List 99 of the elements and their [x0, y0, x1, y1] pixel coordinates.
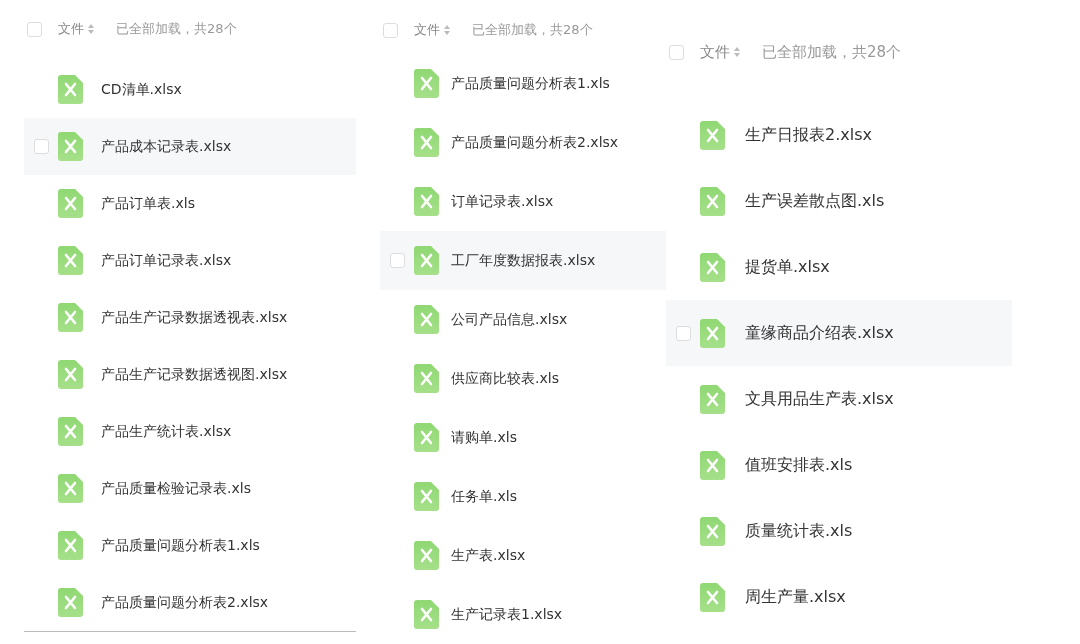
row-checkbox[interactable]	[390, 253, 405, 268]
file-name: 产品质量问题分析表2.xlsx	[451, 133, 619, 152]
sort-icon[interactable]	[734, 47, 740, 57]
spreadsheet-file-icon	[58, 417, 83, 446]
file-name: 产品成本记录表.xlsx	[101, 137, 232, 156]
file-row[interactable]: 产品质量检验记录表.xls	[24, 460, 356, 517]
file-name: 质量统计表.xls	[745, 520, 853, 542]
file-row[interactable]: CD清单.xlsx	[24, 61, 356, 118]
spreadsheet-file-icon	[700, 384, 725, 414]
row-checkbox[interactable]	[34, 139, 49, 154]
file-row[interactable]: 童缘商品介绍表.xlsx	[666, 300, 1012, 366]
file-row[interactable]: 公司产品信息.xlsx	[380, 290, 666, 349]
spreadsheet-file-icon	[414, 364, 439, 393]
file-row[interactable]: 工厂年度数据报表.xlsx	[380, 231, 666, 290]
file-row[interactable]: 生产日报表2.xlsx	[666, 102, 1012, 168]
file-row[interactable]: 值班安排表.xls	[666, 432, 1012, 498]
file-name: 生产日报表2.xlsx	[745, 124, 872, 146]
file-name: 产品质量问题分析表1.xls	[451, 74, 610, 93]
file-name: 产品订单表.xls	[101, 194, 195, 213]
spreadsheet-file-icon	[58, 303, 83, 332]
file-column-header[interactable]: 文件	[58, 20, 84, 38]
file-name: 产品质量问题分析表1.xls	[101, 536, 260, 555]
file-row[interactable]: 产品质量问题分析表1.xls	[24, 517, 356, 574]
spreadsheet-file-icon	[700, 318, 725, 348]
spreadsheet-file-icon	[58, 588, 83, 617]
file-row[interactable]: 产品质量问题分析表1.xls	[380, 54, 666, 113]
load-status-text: 已全部加载，共28个	[472, 21, 593, 39]
file-row[interactable]: 质量统计表.xls	[666, 498, 1012, 564]
file-name: 产品质量检验记录表.xls	[101, 479, 251, 498]
spreadsheet-file-icon	[58, 189, 83, 218]
spreadsheet-file-icon	[700, 252, 725, 282]
file-row[interactable]: 提货单.xlsx	[666, 234, 1012, 300]
spreadsheet-file-icon	[414, 541, 439, 570]
file-row[interactable]: 产品质量问题分析表2.xlsx	[380, 113, 666, 172]
spreadsheet-file-icon	[700, 450, 725, 480]
load-status-text: 已全部加载，共28个	[762, 42, 902, 62]
file-name: 请购单.xls	[451, 428, 517, 447]
spreadsheet-file-icon	[414, 187, 439, 216]
file-row[interactable]: 周生产量.xlsx	[666, 564, 1012, 630]
spreadsheet-file-icon	[414, 69, 439, 98]
spreadsheet-file-icon	[58, 132, 83, 161]
file-row[interactable]: 产品订单记录表.xlsx	[24, 232, 356, 289]
file-row[interactable]: 产品成本记录表.xlsx	[24, 118, 356, 175]
file-row[interactable]: 产品生产记录数据透视表.xlsx	[24, 289, 356, 346]
file-name: 产品质量问题分析表2.xlsx	[101, 593, 269, 612]
file-name: CD清单.xlsx	[101, 80, 182, 99]
select-all-checkbox[interactable]	[669, 44, 684, 60]
spreadsheet-file-icon	[700, 186, 725, 216]
file-row[interactable]: 产品生产记录数据透视图.xlsx	[24, 346, 356, 403]
file-name: 值班安排表.xls	[745, 454, 853, 476]
select-all-checkbox[interactable]	[383, 22, 398, 38]
file-row[interactable]: 生产误差散点图.xls	[666, 168, 1012, 234]
spreadsheet-file-icon	[58, 246, 83, 275]
spreadsheet-file-icon	[414, 246, 439, 275]
file-name: 产品生产记录数据透视图.xlsx	[101, 365, 288, 384]
file-row[interactable]: 订单记录表.xlsx	[380, 172, 666, 231]
file-row[interactable]: 供应商比较表.xls	[380, 349, 666, 408]
file-column-header[interactable]: 文件	[700, 42, 730, 62]
file-name: 生产表.xlsx	[451, 546, 526, 565]
file-row[interactable]: 产品订单表.xls	[24, 175, 356, 232]
file-row[interactable]: 产品生产统计表.xlsx	[24, 403, 356, 460]
load-status-text: 已全部加载，共28个	[116, 20, 237, 38]
spreadsheet-file-icon	[414, 423, 439, 452]
spreadsheet-file-icon	[700, 516, 725, 546]
file-row[interactable]: 产品质量问题分析表2.xlsx	[24, 574, 356, 631]
sort-icon[interactable]	[88, 24, 94, 34]
file-row[interactable]: 请购单.xls	[380, 408, 666, 467]
file-row[interactable]: 任务单.xls	[380, 467, 666, 526]
spreadsheet-file-icon	[414, 305, 439, 334]
spreadsheet-file-icon	[414, 128, 439, 157]
spreadsheet-file-icon	[414, 482, 439, 511]
spreadsheet-file-icon	[700, 120, 725, 150]
file-name: 文具用品生产表.xlsx	[745, 388, 894, 410]
file-row[interactable]: 生产表.xlsx	[380, 526, 666, 585]
spreadsheet-file-icon	[58, 75, 83, 104]
file-name: 童缘商品介绍表.xlsx	[745, 322, 894, 344]
file-name: 生产记录表1.xlsx	[451, 605, 563, 624]
file-row[interactable]: 文具用品生产表.xlsx	[666, 366, 1012, 432]
sort-icon[interactable]	[444, 25, 450, 35]
file-name: 任务单.xls	[451, 487, 517, 506]
spreadsheet-file-icon	[58, 531, 83, 560]
file-column-header[interactable]: 文件	[414, 21, 440, 39]
spreadsheet-file-icon	[58, 360, 83, 389]
file-name: 订单记录表.xlsx	[451, 192, 554, 211]
file-name: 工厂年度数据报表.xlsx	[451, 251, 596, 270]
file-name: 提货单.xlsx	[745, 256, 830, 278]
spreadsheet-file-icon	[58, 474, 83, 503]
file-name: 生产误差散点图.xls	[745, 190, 885, 212]
row-checkbox[interactable]	[676, 325, 691, 341]
file-row[interactable]: 生产记录表1.xlsx	[380, 585, 666, 644]
file-name: 公司产品信息.xlsx	[451, 310, 568, 329]
file-name: 周生产量.xlsx	[745, 586, 846, 608]
file-name: 产品生产统计表.xlsx	[101, 422, 232, 441]
file-name: 供应商比较表.xls	[451, 369, 559, 388]
spreadsheet-file-icon	[700, 582, 725, 612]
select-all-checkbox[interactable]	[27, 21, 42, 37]
file-name: 产品生产记录数据透视表.xlsx	[101, 308, 288, 327]
spreadsheet-file-icon	[414, 600, 439, 629]
file-name: 产品订单记录表.xlsx	[101, 251, 232, 270]
